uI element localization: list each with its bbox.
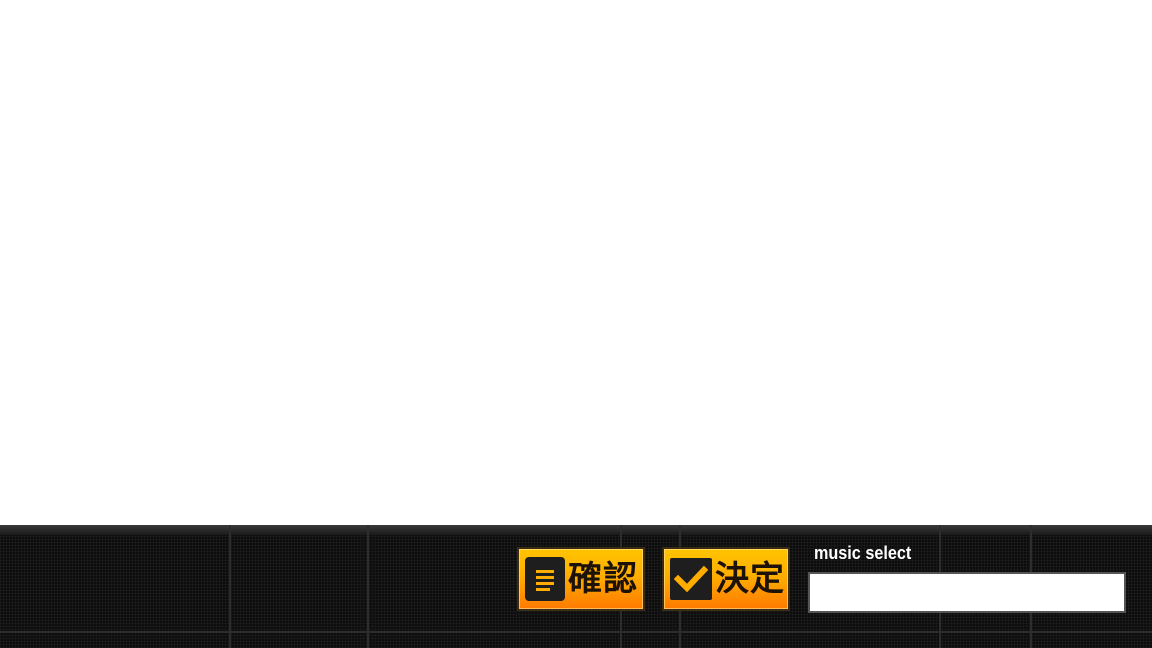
decide-button[interactable]: 決定 xyxy=(662,547,790,611)
confirm-button[interactable]: 確認 xyxy=(517,547,645,611)
game-screen: 確認 決定 music select xyxy=(0,0,1152,648)
grid-line xyxy=(0,631,1152,633)
document-icon xyxy=(525,557,565,601)
main-display-area xyxy=(0,0,1152,525)
decide-button-label: 決定 xyxy=(715,559,785,599)
checkmark-icon xyxy=(670,558,712,600)
grid-line xyxy=(229,525,231,648)
grid-line xyxy=(367,525,369,648)
bar-top-edge xyxy=(0,525,1152,535)
bottom-control-bar: 確認 決定 music select xyxy=(0,525,1152,648)
confirm-button-label: 確認 xyxy=(568,559,638,599)
music-select-label: music select xyxy=(814,543,912,563)
music-select-input[interactable] xyxy=(808,572,1126,613)
